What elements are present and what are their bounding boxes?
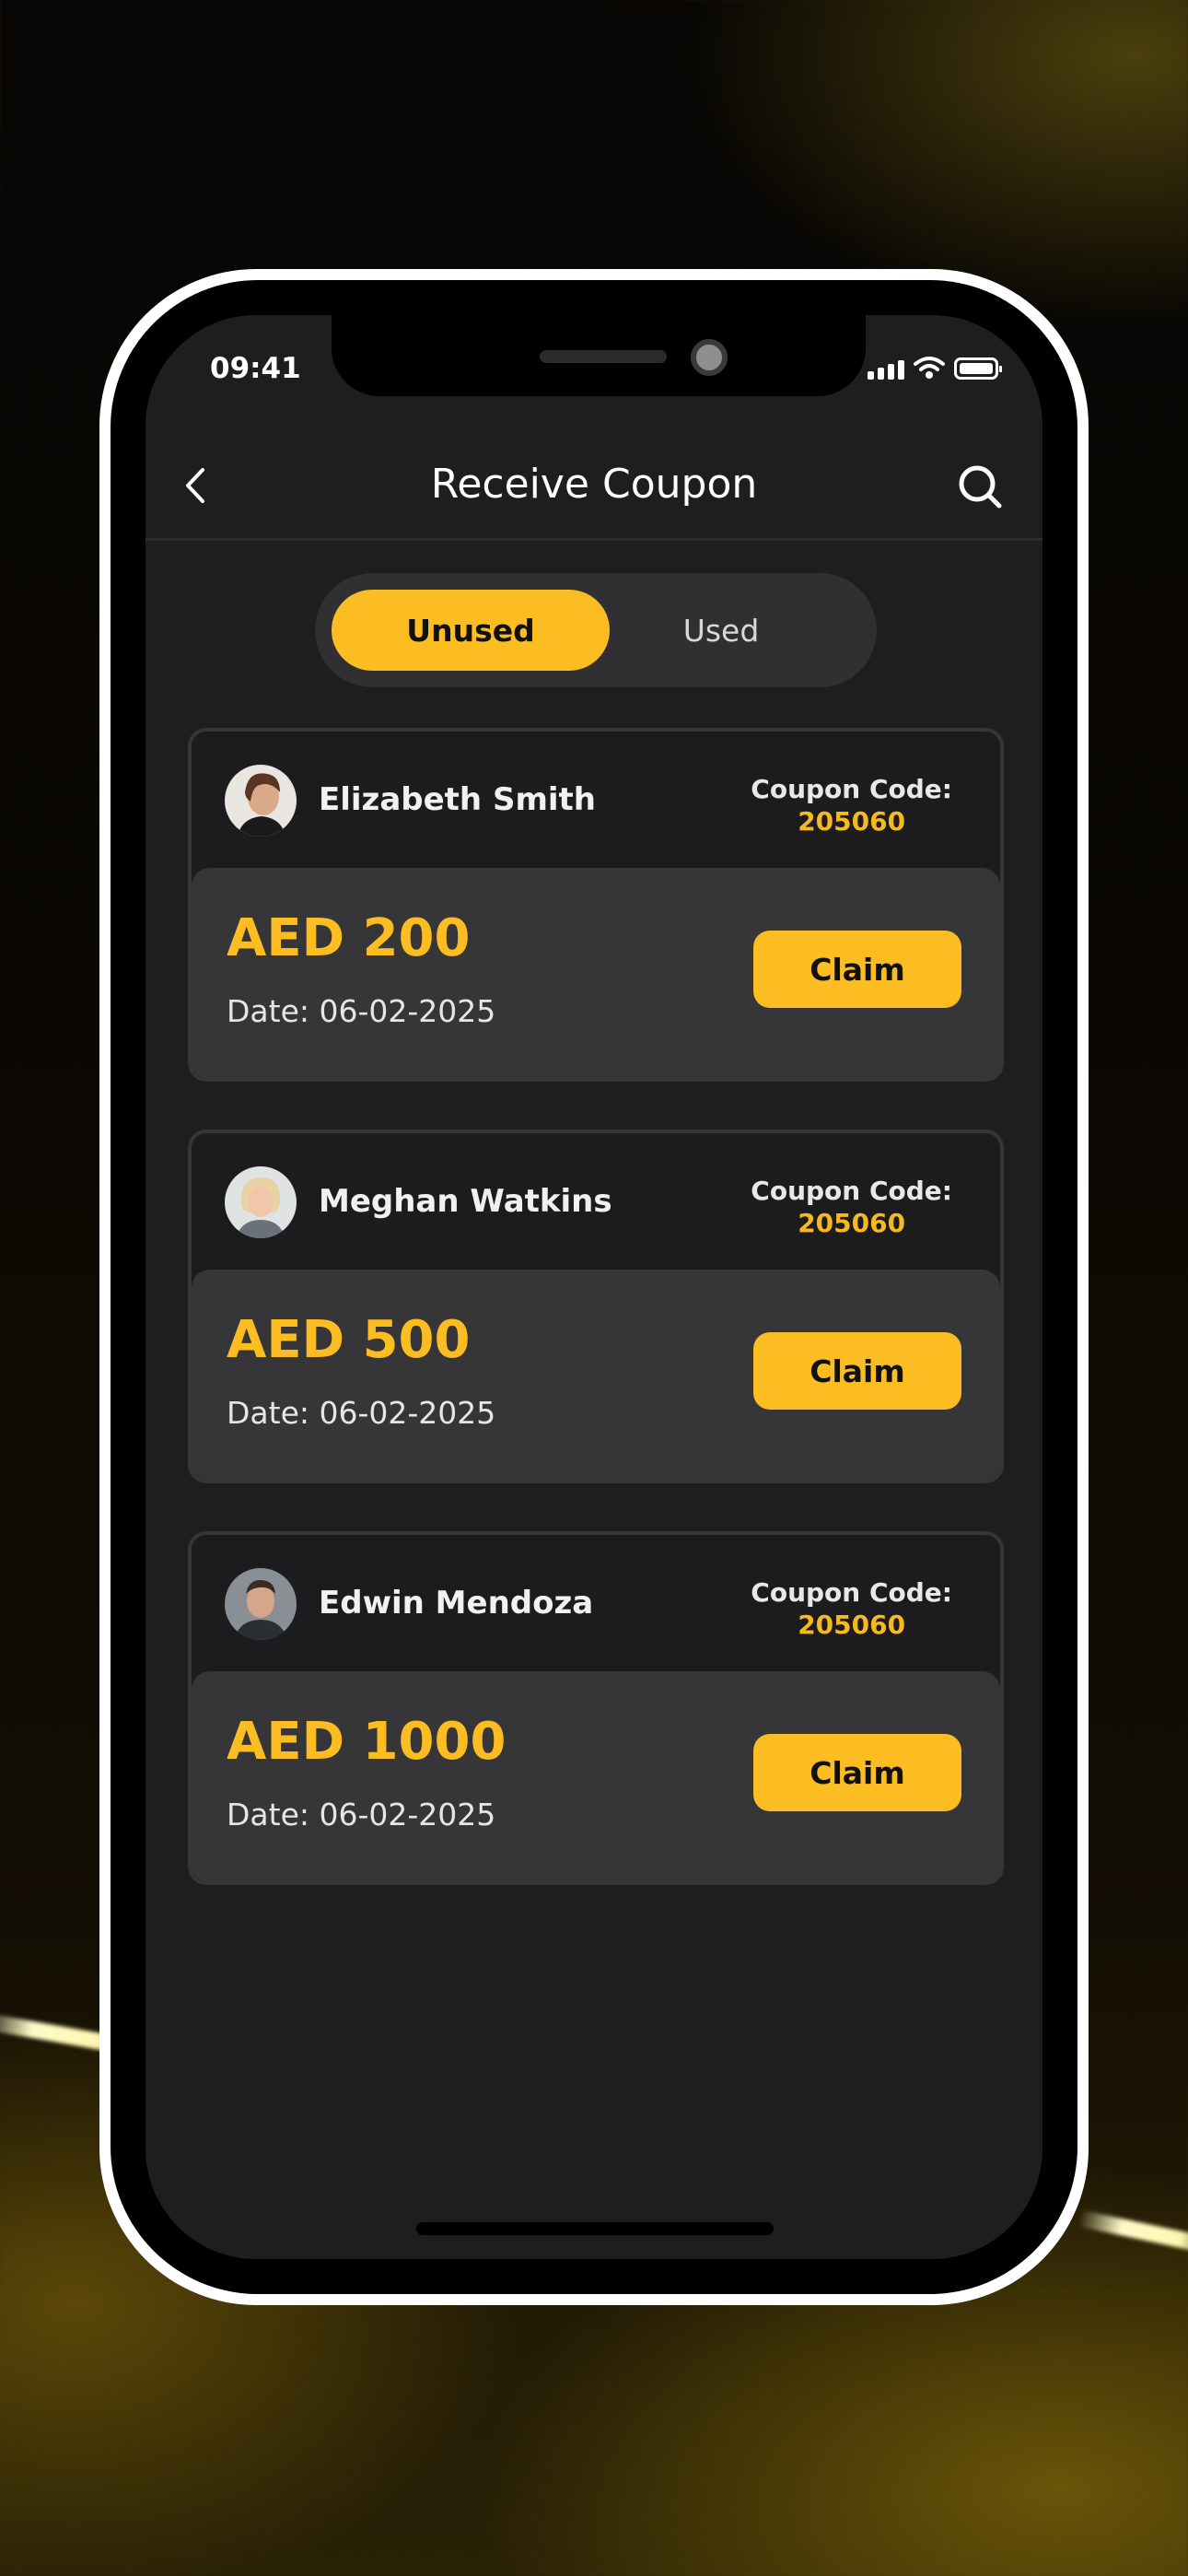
phone-bezel: 09:41 Receive Coupon Unused Used Elizabe… (111, 280, 1077, 2294)
coupon-code-box: Coupon Code: 205060 (751, 1176, 952, 1238)
coupon-code-label: Coupon Code: (751, 774, 952, 804)
phone-frame: 09:41 Receive Coupon Unused Used Elizabe… (99, 269, 1089, 2305)
coupon-owner-name: Edwin Mendoza (319, 1585, 594, 1622)
avatar (225, 765, 297, 837)
coupon-card: Elizabeth Smith Coupon Code: 205060 AED … (188, 728, 1004, 1082)
claim-button[interactable]: Claim (753, 1734, 961, 1811)
coupon-card-header: Meghan Watkins Coupon Code: 205060 (192, 1133, 1000, 1270)
coupon-date: Date: 06-02-2025 (227, 1797, 496, 1832)
signal-icon (868, 360, 904, 380)
coupon-date: Date: 06-02-2025 (227, 993, 496, 1029)
status-time: 09:41 (210, 352, 301, 385)
coupon-code-label: Coupon Code: (751, 1176, 952, 1206)
coupon-card-header: Elizabeth Smith Coupon Code: 205060 (192, 732, 1000, 868)
tab-unused[interactable]: Unused (332, 590, 610, 671)
coupon-code-value: 205060 (798, 1610, 906, 1640)
claim-button[interactable]: Claim (753, 931, 961, 1008)
coupon-card: Edwin Mendoza Coupon Code: 205060 AED 10… (188, 1531, 1004, 1885)
coupon-owner-name: Meghan Watkins (319, 1183, 612, 1220)
avatar (225, 1568, 297, 1640)
coupon-code-value: 205060 (798, 1208, 906, 1238)
coupon-date: Date: 06-02-2025 (227, 1395, 496, 1431)
coupon-card-header: Edwin Mendoza Coupon Code: 205060 (192, 1535, 1000, 1671)
coupon-code-box: Coupon Code: 205060 (751, 1577, 952, 1640)
light-streak-right (1077, 2209, 1188, 2257)
coupon-code-value: 205060 (798, 806, 906, 837)
status-icons (868, 356, 1002, 380)
app-header: Receive Coupon (146, 435, 1042, 541)
coupon-card-body: AED 200 Date: 06-02-2025 Claim (192, 868, 1000, 1078)
page-title: Receive Coupon (430, 461, 758, 508)
camera-icon (691, 339, 728, 376)
coupon-card-body: AED 1000 Date: 06-02-2025 Claim (192, 1671, 1000, 1881)
search-icon[interactable] (956, 463, 1004, 510)
notch (332, 315, 866, 396)
tab-used[interactable]: Used (582, 590, 860, 671)
speaker (540, 350, 667, 363)
home-indicator[interactable] (416, 2222, 774, 2235)
coupon-owner-name: Elizabeth Smith (319, 781, 596, 818)
coupon-amount: AED 1000 (227, 1712, 507, 1772)
coupon-tabs: Unused Used (315, 573, 877, 687)
app-screen: 09:41 Receive Coupon Unused Used Elizabe… (146, 315, 1042, 2259)
avatar (225, 1166, 297, 1238)
coupon-amount: AED 200 (227, 908, 471, 968)
claim-button[interactable]: Claim (753, 1332, 961, 1410)
coupon-amount: AED 500 (227, 1310, 471, 1370)
coupon-code-label: Coupon Code: (751, 1577, 952, 1608)
wifi-icon (914, 357, 945, 379)
coupon-card: Meghan Watkins Coupon Code: 205060 AED 5… (188, 1130, 1004, 1483)
coupon-card-body: AED 500 Date: 06-02-2025 Claim (192, 1270, 1000, 1480)
coupon-code-box: Coupon Code: 205060 (751, 774, 952, 837)
battery-icon (954, 357, 1002, 380)
